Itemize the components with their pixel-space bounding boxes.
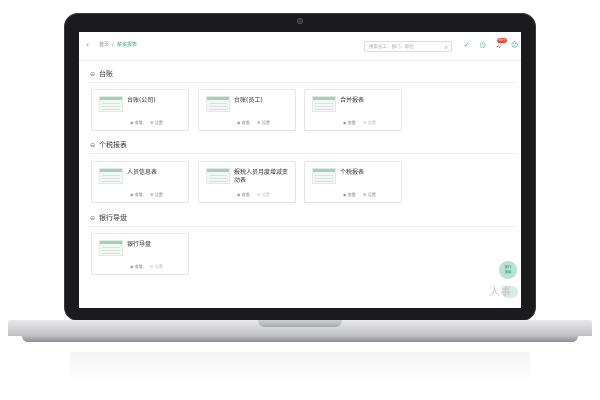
search-input[interactable]: 搜索员工、部门、职位 ⌕ (364, 41, 452, 52)
user-icon[interactable]: ☺ (511, 42, 518, 49)
section-title-ledger: 台账 (99, 70, 113, 78)
card-title: 人员信息表 (127, 169, 158, 176)
section-collapse-icon[interactable]: ⊖ (90, 141, 95, 150)
card-title: 台账(员工) (234, 97, 263, 104)
clock-icon[interactable]: ◷ (479, 42, 486, 49)
card-title: 合并报表 (340, 97, 365, 104)
report-card[interactable]: 银行导盘 ◉ 查看 ⚙ 设置 (91, 233, 189, 275)
section-title-tax: 个税报表 (99, 141, 127, 149)
card-title: 台账(公司) (127, 97, 156, 104)
camera-icon (297, 18, 303, 24)
search-placeholder: 搜索员工、部门、职位 (369, 45, 414, 50)
view-button[interactable]: ◉ 查看 (237, 192, 250, 198)
spreadsheet-icon (99, 240, 123, 256)
top-bar: ‹ 首页 / 薪资报表 搜索员工、部门、职位 ⌕ ✓ ◷ ♫ 99+ ☺ (79, 32, 521, 61)
spreadsheet-icon (312, 96, 336, 112)
spreadsheet-icon (312, 168, 336, 184)
laptop-notch (258, 320, 342, 327)
chevron-left-icon[interactable]: ‹ (86, 40, 89, 50)
view-button[interactable]: ◉ 查看 (130, 120, 143, 126)
section-collapse-icon[interactable]: ⊖ (90, 70, 95, 79)
spreadsheet-icon (206, 168, 230, 184)
settings-button: ⚙ 设置 (257, 192, 270, 197)
app-screen: ‹ 首页 / 薪资报表 搜索员工、部门、职位 ⌕ ✓ ◷ ♫ 99+ ☺ ⊖ 台… (79, 32, 521, 308)
card-title: 银行导盘 (127, 241, 152, 248)
breadcrumb-home[interactable]: 首页 (99, 42, 109, 49)
spreadsheet-icon (99, 96, 123, 112)
settings-button[interactable]: ⚙ 设置 (150, 120, 163, 126)
report-card[interactable]: 台账(公司) ◉ 查看 ⚙ 设置 (91, 89, 189, 131)
report-card[interactable]: 个税报表 ◉ 查看 ⚙ 设置 (304, 161, 402, 203)
watermark-logo: 人事 (489, 285, 511, 298)
section-collapse-icon[interactable]: ⊖ (90, 214, 95, 223)
view-button[interactable]: ◉ 查看 (237, 120, 250, 126)
breadcrumb-separator: / (112, 42, 114, 48)
settings-button[interactable]: ⚙ 设置 (257, 120, 270, 126)
settings-button[interactable]: ⚙ 设置 (363, 192, 376, 198)
view-button[interactable]: ◉ 查看 (130, 192, 143, 198)
bell-icon[interactable]: ♫ (495, 42, 502, 49)
settings-button[interactable]: ⚙ 设置 (150, 192, 163, 198)
view-button[interactable]: ◉ 查看 (130, 264, 143, 270)
laptop-reflection (70, 352, 530, 382)
laptop-base-bottom (22, 336, 578, 342)
settings-button: ⚙ 设置 (363, 120, 376, 125)
breadcrumb-current: 薪资报表 (117, 42, 138, 48)
search-icon[interactable]: ⌕ (445, 42, 448, 53)
spreadsheet-icon (99, 168, 123, 184)
spreadsheet-icon (206, 96, 230, 112)
section-divider (89, 82, 517, 83)
report-card[interactable]: 人员信息表 ◉ 查看 ⚙ 设置 (91, 161, 189, 203)
report-card[interactable]: 报税人员月度增减变动表 ◉ 查看 ⚙ 设置 (198, 161, 296, 203)
report-card[interactable]: 台账(员工) ◉ 查看 ⚙ 设置 (198, 89, 296, 131)
card-title: 报税人员月度增减变动表 (234, 169, 289, 184)
section-divider (89, 226, 517, 227)
help-guide-button[interactable]: 操作 指南 (499, 261, 517, 279)
settings-button: ⚙ 设置 (150, 264, 163, 269)
check-circle-icon[interactable]: ✓ (463, 42, 470, 49)
view-button[interactable]: ◉ 查看 (343, 192, 356, 198)
card-title: 个税报表 (340, 169, 365, 176)
view-button[interactable]: ◉ 查看 (343, 120, 356, 126)
section-title-bank: 银行导盘 (99, 214, 127, 222)
section-divider (89, 153, 517, 154)
help-guide-label: 指南 (504, 270, 512, 274)
notification-badge: 99+ (497, 38, 507, 43)
report-card[interactable]: 合并报表 ◉ 查看 ⚙ 设置 (304, 89, 402, 131)
